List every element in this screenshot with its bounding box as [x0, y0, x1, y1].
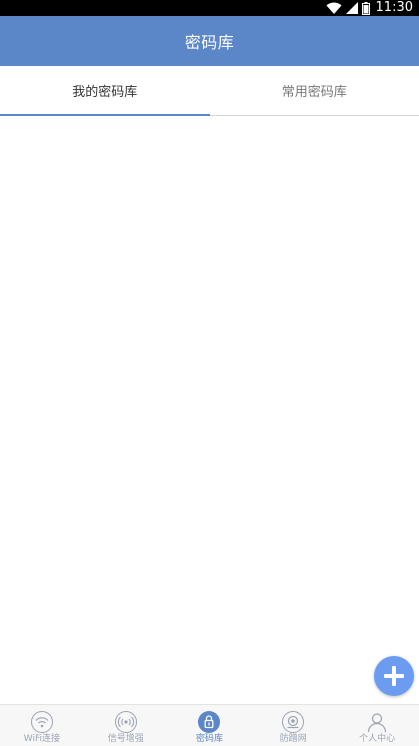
user-icon	[365, 710, 389, 734]
nav-item-personal-center[interactable]: 个人中心	[335, 705, 419, 746]
status-icons: 11:30	[326, 0, 413, 16]
bottom-nav: WiFi连接 信号增强 密码库 防蹭网	[0, 704, 419, 746]
status-bar: 11:30	[0, 0, 419, 16]
signal-icon	[346, 2, 358, 14]
wifi-icon	[326, 2, 342, 15]
status-time: 11:30	[376, 0, 413, 16]
nav-label: 个人中心	[359, 734, 395, 745]
battery-icon	[362, 2, 370, 15]
plus-icon	[383, 665, 405, 687]
nav-item-anti-freeload[interactable]: 防蹭网	[251, 705, 335, 746]
password-list-area	[0, 116, 419, 704]
nav-label: 防蹭网	[280, 734, 307, 745]
nav-label: 信号增强	[108, 734, 144, 745]
tab-bar: 我的密码库 常用密码库	[0, 66, 419, 116]
tab-common-password-library[interactable]: 常用密码库	[210, 66, 419, 115]
app-header: 密码库	[0, 16, 419, 66]
nav-item-signal-boost[interactable]: 信号增强	[84, 705, 168, 746]
tab-label: 常用密码库	[282, 81, 347, 100]
page-title: 密码库	[185, 29, 235, 53]
signal-boost-icon	[114, 710, 138, 734]
nav-label: WiFi连接	[24, 734, 60, 745]
camera-icon	[281, 710, 305, 734]
tab-my-password-library[interactable]: 我的密码库	[0, 66, 210, 115]
tab-label: 我的密码库	[72, 81, 137, 100]
wifi-icon	[30, 710, 54, 734]
add-password-button[interactable]	[374, 656, 414, 696]
nav-item-wifi-connect[interactable]: WiFi连接	[0, 705, 84, 746]
nav-label: 密码库	[196, 734, 223, 745]
lock-icon	[197, 710, 221, 734]
nav-item-password-library[interactable]: 密码库	[168, 705, 252, 746]
